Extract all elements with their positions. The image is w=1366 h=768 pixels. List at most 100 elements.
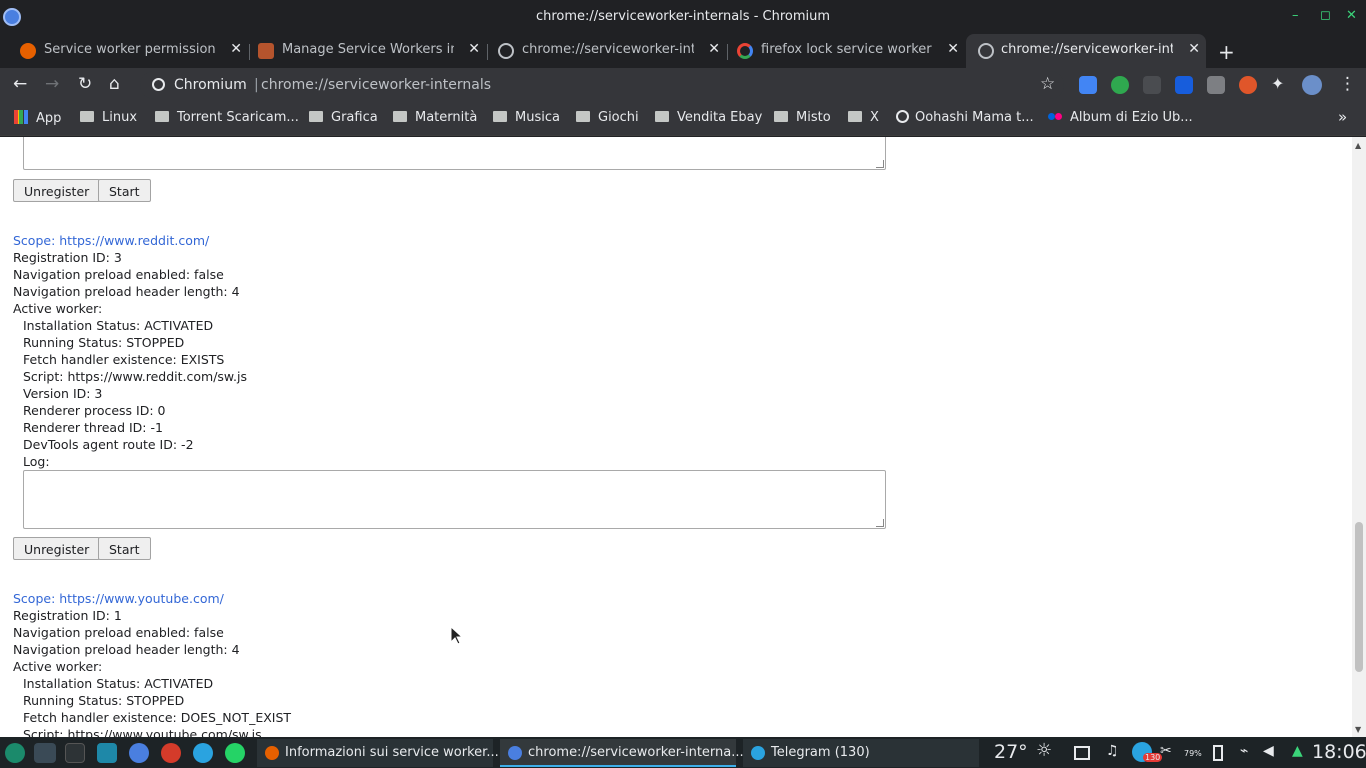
reload-icon[interactable]: ↻ [78, 74, 92, 94]
expand-tray-icon[interactable]: ▲ [1292, 743, 1303, 759]
battery-icon[interactable] [1213, 745, 1223, 761]
maximize-icon[interactable]: ◻ [1320, 8, 1331, 23]
url-text[interactable]: chrome://serviceworker-internals [261, 77, 491, 93]
tab-divider [487, 44, 488, 60]
bookmark-label: Giochi [598, 110, 639, 125]
bookmark-folder-linux[interactable]: Linux [80, 110, 137, 125]
globe-icon [978, 43, 994, 59]
scope-link[interactable]: Scope: https://www.reddit.com/ [13, 233, 209, 248]
weather-temperature[interactable]: 27° [994, 741, 1028, 763]
tab-serviceworker-internals-active[interactable]: chrome://serviceworker-inte ✕ [966, 34, 1206, 68]
network-icon[interactable]: ⌁ [1240, 743, 1248, 759]
bookmark-folder-x[interactable]: X [848, 110, 879, 125]
forward-icon[interactable]: → [45, 74, 59, 94]
omnibox-divider: | [254, 77, 259, 93]
scroll-up-arrow-icon[interactable]: ▲ [1355, 141, 1361, 150]
bookmark-flickr-album[interactable]: Album di Ezio Ub... [1048, 110, 1193, 125]
folder-icon [493, 111, 507, 122]
clock[interactable]: 18:06 [1312, 741, 1366, 763]
bookmark-folder-giochi[interactable]: Giochi [576, 110, 639, 125]
bookmark-folder-torrent[interactable]: Torrent Scaricam... [155, 110, 299, 125]
nav-preload-enabled: Navigation preload enabled: false [13, 625, 224, 640]
home-icon[interactable]: ⌂ [109, 74, 120, 94]
address-bar[interactable]: Chromium | chrome://serviceworker-intern… [140, 71, 1064, 99]
menu-icon[interactable]: ⋮ [1339, 74, 1356, 94]
close-tab-icon[interactable]: ✕ [230, 41, 242, 57]
bookmark-folder-misto[interactable]: Misto [774, 110, 831, 125]
log-textarea-previous[interactable] [23, 137, 886, 170]
bookmark-star-icon[interactable]: ☆ [1040, 74, 1055, 94]
telegram-launcher-icon[interactable] [193, 743, 213, 763]
bookmark-apps[interactable]: App [14, 110, 61, 126]
task-firefox-window[interactable]: Informazioni sui service worker... [257, 739, 499, 767]
extensions-puzzle-icon[interactable]: ✦ [1271, 74, 1284, 93]
terminal-icon[interactable] [65, 743, 85, 763]
app-launcher-icon[interactable] [5, 743, 25, 763]
close-tab-icon[interactable]: ✕ [1188, 41, 1200, 57]
tab-google-search[interactable]: firefox lock service worker - G ✕ [729, 34, 965, 68]
unregister-button[interactable]: Unregister [13, 537, 101, 560]
page-icon [258, 43, 274, 59]
show-desktop-icon[interactable] [34, 743, 56, 763]
window-title: chrome://serviceworker-internals - Chrom… [535, 9, 831, 24]
resize-grip[interactable] [876, 519, 884, 527]
bookmark-folder-vendita-ebay[interactable]: Vendita Ebay [655, 110, 762, 125]
bookmarks-bar: App Linux Torrent Scaricam... Grafica Ma… [0, 102, 1366, 136]
tab-label: Manage Service Workers in F [282, 42, 454, 57]
profile-avatar[interactable] [1302, 75, 1322, 95]
start-button[interactable]: Start [98, 537, 151, 560]
start-button[interactable]: Start [98, 179, 151, 202]
close-tab-icon[interactable]: ✕ [708, 41, 720, 57]
scope-link[interactable]: Scope: https://www.youtube.com/ [13, 591, 224, 606]
transfer-extension-icon[interactable] [1143, 76, 1161, 94]
bookmark-folder-maternita[interactable]: Maternità [393, 110, 477, 125]
notifications-bell-icon[interactable]: ♫ [1106, 743, 1119, 759]
tab-service-worker-permissions[interactable]: Service worker permissions ✕ [12, 34, 248, 68]
window-icon[interactable] [1074, 746, 1090, 760]
scrollbar-thumb[interactable] [1355, 522, 1363, 672]
tab-manage-service-workers[interactable]: Manage Service Workers in F ✕ [250, 34, 486, 68]
devtools-route-id: DevTools agent route ID: -2 [23, 437, 194, 452]
close-tab-icon[interactable]: ✕ [947, 41, 959, 57]
bookmark-label: Musica [515, 110, 560, 125]
task-telegram-window[interactable]: Telegram (130) [743, 739, 979, 767]
tab-label: Service worker permissions [44, 42, 216, 57]
file-manager-icon[interactable] [97, 743, 117, 763]
script-url: Script: https://www.reddit.com/sw.js [23, 369, 247, 384]
log-textarea[interactable] [23, 470, 886, 529]
tab-strip: Service worker permissions ✕ Manage Serv… [0, 34, 1366, 68]
bookmarks-overflow-chevron[interactable]: » [1338, 108, 1347, 126]
whatsapp-icon[interactable] [225, 743, 245, 763]
close-window-icon[interactable]: ✕ [1346, 8, 1357, 23]
tab-serviceworker-internals-1[interactable]: chrome://serviceworker-inte ✕ [490, 34, 726, 68]
translate-extension-icon[interactable] [1079, 76, 1097, 94]
bitwarden-icon[interactable] [1175, 76, 1193, 94]
volume-icon[interactable]: ◀ [1263, 743, 1274, 759]
strawberry-player-icon[interactable] [161, 743, 181, 763]
bookmark-folder-grafica[interactable]: Grafica [309, 110, 378, 125]
close-tab-icon[interactable]: ✕ [468, 41, 480, 57]
sync-extension-icon[interactable] [1111, 76, 1129, 94]
folder-icon [309, 111, 323, 122]
fire-extension-icon[interactable] [1239, 76, 1257, 94]
task-chromium-window[interactable]: chrome://serviceworker-interna... [500, 739, 744, 767]
version-id: Version ID: 3 [23, 386, 103, 401]
new-tab-button[interactable]: + [1218, 40, 1235, 64]
chromium-launcher-icon[interactable] [129, 743, 149, 763]
page-scrollbar[interactable]: ▲ ▼ [1352, 137, 1366, 737]
installation-status: Installation Status: ACTIVATED [23, 318, 214, 333]
site-info-icon[interactable] [152, 78, 165, 91]
minimize-icon[interactable]: – [1292, 8, 1299, 23]
script-url: Script: https://www.youtube.com/sw.js [23, 727, 262, 737]
bookmark-folder-musica[interactable]: Musica [493, 110, 560, 125]
back-icon[interactable]: ← [13, 74, 27, 94]
bookmark-oohashi[interactable]: Oohashi Mama t... [896, 110, 1034, 125]
scroll-down-arrow-icon[interactable]: ▼ [1355, 725, 1361, 734]
tools-icon[interactable]: ✂ [1160, 743, 1172, 759]
registration-id: Registration ID: 1 [13, 608, 122, 623]
resize-grip[interactable] [876, 160, 884, 168]
folder-icon [848, 111, 862, 122]
weather-sun-icon[interactable]: ☼ [1036, 740, 1052, 761]
unregister-button[interactable]: Unregister [13, 179, 101, 202]
ublock-icon[interactable] [1207, 76, 1225, 94]
